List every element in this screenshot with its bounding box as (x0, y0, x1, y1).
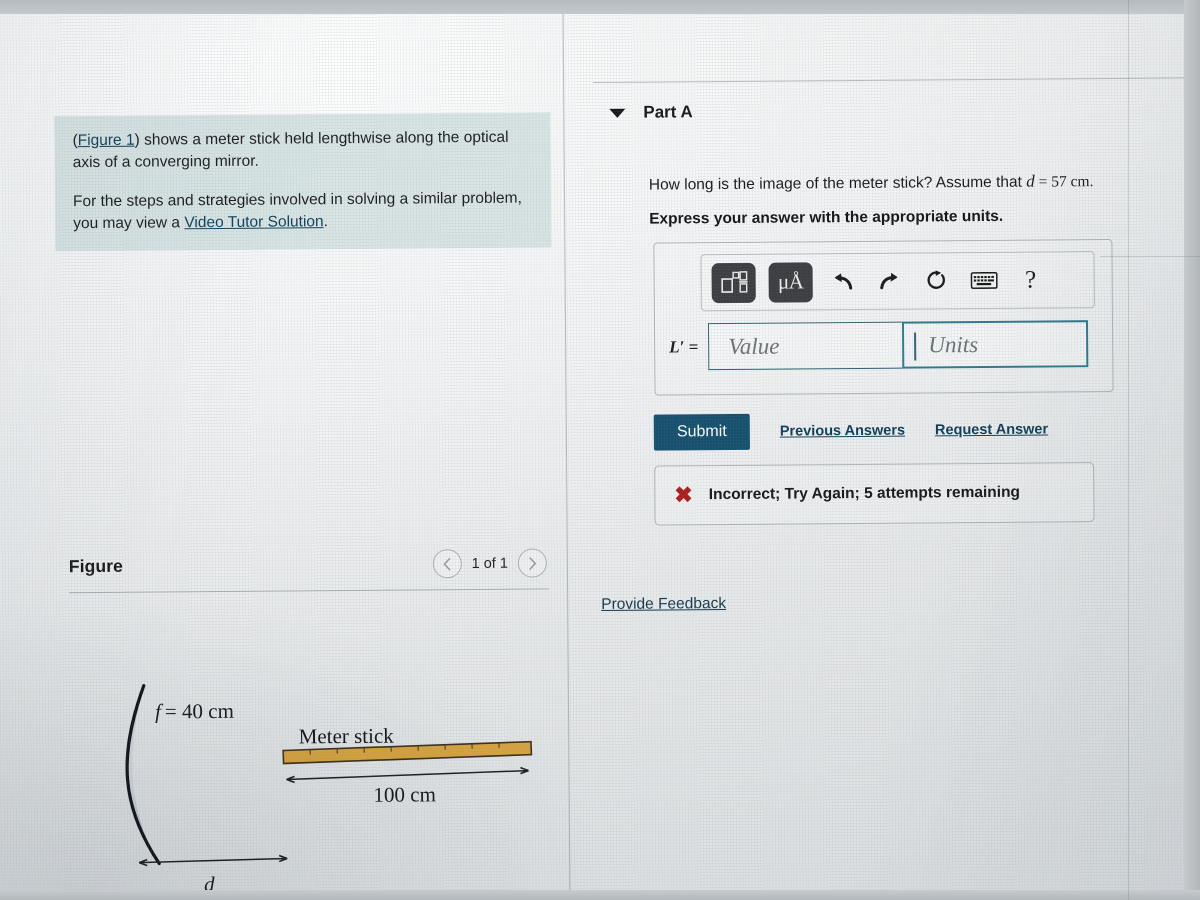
length-label: 100 cm (373, 782, 436, 806)
math-template-icon[interactable] (711, 262, 756, 303)
text-cursor (914, 332, 917, 361)
photo-edge-right (1184, 0, 1200, 900)
request-answer-link[interactable]: Request Answer (935, 421, 1048, 438)
equation-toolbar: μÅ ? (700, 251, 1095, 312)
question-text-pre: How long is the image of the meter stick… (648, 173, 1027, 194)
units-placeholder: Units (928, 331, 979, 357)
figure-title: Figure (68, 555, 124, 577)
part-divider (593, 77, 1186, 84)
length-dimension-arrow (286, 766, 529, 784)
reset-circular-arrow-icon[interactable] (920, 264, 954, 298)
problem-sentence-1-rest: ) shows a meter stick held lengthwise al… (72, 128, 509, 172)
units-icon-label: μÅ (777, 269, 804, 294)
value-input[interactable]: Value (708, 321, 903, 371)
figure-counter: 1 of 1 (471, 555, 508, 572)
problem-sentence-2: For the steps and strategies involved in… (73, 188, 533, 236)
answer-entry-card: μÅ ? L′ = Value Units (653, 238, 1114, 396)
mirror-shading (124, 685, 158, 862)
help-question-icon[interactable]: ? (1014, 263, 1048, 297)
problem-sentence-2-post: . (323, 213, 329, 231)
units-input[interactable]: Units (902, 320, 1089, 369)
redo-arrow-icon[interactable] (873, 264, 907, 298)
optics-figure: f = 40 cm Meter stick 100 cm d (98, 660, 560, 900)
part-title: Part A (643, 102, 693, 122)
problem-statement-box: (Figure 1) shows a meter stick held leng… (54, 112, 552, 252)
pane-divider (562, 0, 571, 900)
meter-stick-label: Meter stick (299, 724, 395, 749)
answer-variable-label: L′ = (669, 336, 699, 356)
undo-arrow-icon[interactable] (826, 264, 860, 298)
feedback-status-box: ✖ Incorrect; Try Again; 5 attempts remai… (654, 462, 1095, 526)
feedback-message: Incorrect; Try Again; 5 attempts remaini… (708, 483, 1021, 504)
photo-edge-top (0, 0, 1200, 14)
video-tutor-solution-link[interactable]: Video Tutor Solution (184, 213, 323, 231)
screen-surface: (Figure 1) shows a meter stick held leng… (0, 0, 1200, 900)
figure-divider (69, 588, 550, 594)
previous-answers-link[interactable]: Previous Answers (780, 423, 905, 440)
submit-button[interactable]: Submit (653, 413, 750, 451)
red-x-icon: ✖ (674, 482, 693, 508)
answer-actions-row: Submit Previous Answers Request Answer (653, 411, 1049, 451)
answer-input-row: L′ = Value Units (669, 320, 1089, 371)
answer-instruction: Express your answer with the appropriate… (649, 207, 1004, 228)
focal-length-label: f = 40 cm (155, 699, 234, 724)
question-text-post: = 57 cm. (1034, 173, 1094, 191)
chevron-left-icon[interactable] (432, 549, 462, 579)
screen-photo: (Figure 1) shows a meter stick held leng… (0, 0, 1200, 900)
question-variable: d (1026, 171, 1035, 191)
caret-down-icon[interactable] (609, 108, 626, 118)
chevron-right-icon[interactable] (517, 548, 547, 578)
problem-sentence-1: (Figure 1) shows a meter stick held leng… (72, 127, 532, 175)
micro-angstrom-units-icon[interactable]: μÅ (768, 261, 813, 303)
photo-edge-bottom (0, 890, 1200, 900)
question-text: How long is the image of the meter stick… (649, 171, 1169, 195)
keyboard-icon[interactable] (967, 263, 1001, 297)
part-a-header[interactable]: Part A (609, 102, 693, 123)
figure-header: Figure 1 of 1 (69, 548, 547, 581)
distance-dimension-arrow (138, 854, 288, 867)
figure-1-link[interactable]: Figure 1 (78, 132, 135, 149)
mastering-physics-page: (Figure 1) shows a meter stick held leng… (0, 0, 1200, 900)
figure-navigation: 1 of 1 (432, 548, 547, 579)
provide-feedback-link[interactable]: Provide Feedback (601, 595, 726, 614)
